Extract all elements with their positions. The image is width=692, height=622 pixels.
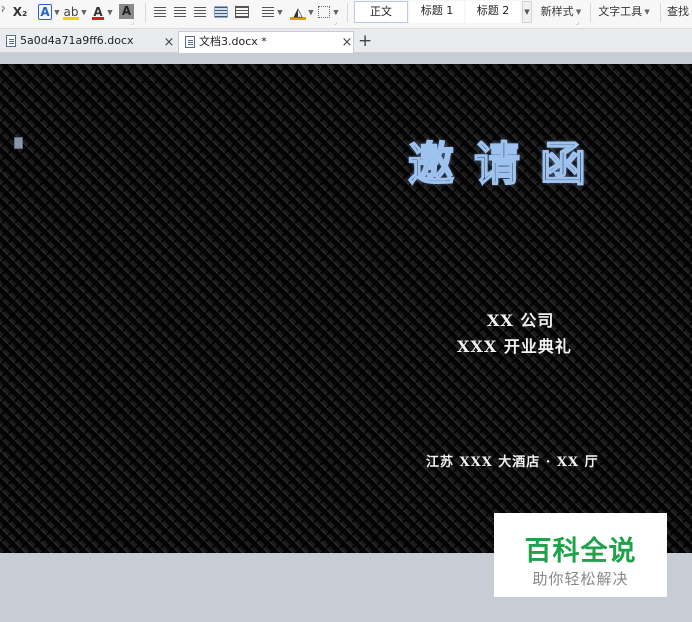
shading-button[interactable]: ◭ — [290, 3, 306, 20]
font-color-dropdown[interactable]: ▼ — [106, 3, 114, 21]
ceremony-name: XXX 开业典礼 — [457, 337, 572, 356]
distribute-button[interactable] — [234, 3, 250, 21]
venue-line: 江苏 XXX 大酒店 · XX 厅 — [426, 455, 599, 470]
align-center-button[interactable] — [173, 3, 187, 21]
separator — [145, 3, 146, 22]
ribbon-toolbar: ˀ X₂ A ▼ ab ▼ A ▼ A ⌟ ▼ ◭ ▼ ▼ ⌟ 正文 标题 1 … — [0, 0, 692, 29]
text-effect-dropdown[interactable]: ▼ — [53, 3, 61, 21]
style-normal[interactable]: 正文 — [354, 1, 408, 23]
align-center-icon — [174, 7, 186, 17]
style-heading-2[interactable]: 标题 2 — [466, 1, 520, 23]
canvas-gap — [0, 53, 692, 64]
char-shading-button[interactable]: A — [119, 4, 134, 19]
new-tab-button[interactable]: + — [358, 32, 372, 50]
tab-label: 文档3.docx * — [199, 35, 267, 48]
tab-5a0d4a71a9ff6-docx[interactable]: 5a0d4a71a9ff6.docx — [0, 31, 178, 53]
justify-button[interactable] — [213, 3, 229, 21]
align-right-button[interactable] — [193, 3, 207, 21]
style-heading-1[interactable]: 标题 1 — [410, 1, 464, 23]
align-left-icon — [154, 7, 166, 17]
new-style-label: 新样式 — [540, 5, 574, 18]
company-name: XX 公司 — [487, 311, 555, 330]
font-dialog-launcher[interactable]: ⌟ — [131, 20, 137, 26]
ribbon-overflow: ˀ — [0, 5, 6, 19]
watermark-subtitle: 助你轻松解决 — [532, 570, 629, 588]
page-marker-icon[interactable] — [14, 137, 23, 149]
highlight-dropdown[interactable]: ▼ — [80, 3, 88, 21]
paragraph-dialog-launcher[interactable]: ⌟ — [334, 20, 340, 26]
separator — [590, 3, 591, 22]
text-effect-button[interactable]: A — [38, 4, 52, 20]
paint-bucket-icon: ◭ — [293, 5, 303, 19]
font-color-button[interactable]: A — [92, 3, 104, 20]
distribute-icon — [235, 6, 249, 18]
close-tab-icon[interactable]: × — [340, 33, 354, 53]
subscript-button[interactable]: X₂ — [11, 3, 29, 21]
styles-more-button[interactable]: ▼ — [522, 1, 532, 23]
watermark-badge: 百科全说 助你轻松解决 — [494, 513, 667, 597]
align-left-button[interactable] — [153, 3, 167, 21]
separator — [660, 3, 661, 22]
watermark-title: 百科全说 — [524, 536, 637, 567]
document-icon — [185, 36, 195, 48]
find-button[interactable]: 查找 — [667, 3, 692, 21]
styles-dialog-launcher[interactable]: ⌟ — [576, 20, 582, 26]
separator — [347, 3, 348, 22]
shading-dropdown[interactable]: ▼ — [307, 3, 315, 21]
border-button[interactable] — [318, 6, 330, 18]
close-tab-icon[interactable]: × — [162, 33, 176, 53]
highlight-button[interactable]: ab — [63, 3, 79, 20]
tab-document3-docx[interactable]: 文档3.docx * — [178, 31, 354, 53]
invitation-title: 邀请函 — [407, 136, 606, 192]
align-right-icon — [194, 7, 206, 17]
line-spacing-dropdown[interactable]: ▼ — [276, 3, 284, 21]
document-tab-bar: 5a0d4a71a9ff6.docx × 文档3.docx * × + — [0, 29, 692, 53]
line-spacing-icon — [262, 7, 274, 17]
document-icon — [6, 35, 16, 47]
justify-icon — [214, 6, 228, 18]
tab-label: 5a0d4a71a9ff6.docx — [20, 34, 134, 47]
text-tools-label: 文字工具 — [598, 5, 643, 18]
text-tools-button[interactable]: 文字工具 ▼ — [596, 3, 652, 21]
line-spacing-button[interactable] — [261, 3, 275, 21]
